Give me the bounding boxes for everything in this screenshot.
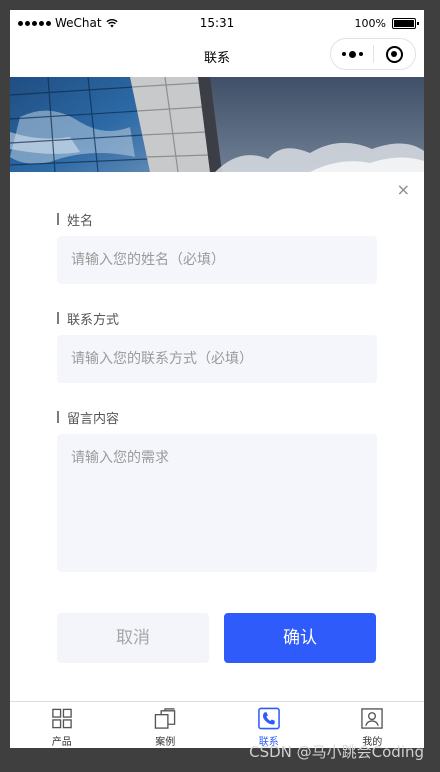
status-bar: WeChat 15:31 100% bbox=[10, 10, 424, 36]
name-label: 姓名 bbox=[67, 213, 94, 229]
contact-label-row: 联系方式 bbox=[57, 309, 377, 328]
contact-field-group: 联系方式 请输入您的联系方式（必填） bbox=[57, 309, 377, 383]
message-label: 留言内容 bbox=[67, 411, 120, 427]
grid-icon bbox=[51, 708, 72, 729]
label-marker bbox=[57, 411, 59, 423]
tab-cases[interactable]: 案例 bbox=[114, 702, 218, 748]
name-label-row: 姓名 bbox=[57, 210, 377, 229]
message-label-row: 留言内容 bbox=[57, 408, 377, 427]
battery-percent: 100% bbox=[354, 17, 386, 30]
name-field-group: 姓名 请输入您的姓名（必填） bbox=[57, 210, 377, 284]
confirm-button[interactable]: 确认 bbox=[224, 613, 376, 663]
contact-label: 联系方式 bbox=[67, 312, 120, 328]
message-textarea[interactable]: 请输入您的需求 bbox=[57, 434, 377, 572]
battery-icon bbox=[392, 18, 419, 29]
label-marker bbox=[57, 312, 59, 324]
tab-label: 案例 bbox=[155, 737, 176, 748]
tab-products[interactable]: 产品 bbox=[10, 702, 114, 748]
phone-screen: WeChat 15:31 100% 联系 × 姓名 请输入您的姓名（必填） 联系… bbox=[10, 10, 424, 748]
close-icon[interactable]: × bbox=[397, 182, 410, 198]
banner-image bbox=[10, 77, 424, 172]
label-marker bbox=[57, 213, 59, 225]
phone-icon bbox=[257, 707, 280, 730]
more-options-icon[interactable] bbox=[331, 39, 373, 69]
case-icon bbox=[154, 708, 176, 729]
exit-mini-program-icon[interactable] bbox=[374, 39, 415, 69]
contact-input[interactable]: 请输入您的联系方式（必填） bbox=[57, 335, 377, 383]
watermark: CSDN @马小跳会Coding bbox=[249, 743, 424, 761]
message-field-group: 留言内容 请输入您的需求 bbox=[57, 408, 377, 572]
building-sky-image bbox=[10, 77, 424, 172]
user-icon bbox=[361, 708, 383, 729]
navigation-bar: 联系 bbox=[10, 36, 424, 76]
tab-label: 产品 bbox=[51, 737, 72, 748]
status-right: 100% bbox=[354, 17, 419, 30]
name-input[interactable]: 请输入您的姓名（必填） bbox=[57, 236, 377, 284]
mini-program-capsule bbox=[330, 38, 416, 70]
cancel-button[interactable]: 取消 bbox=[57, 613, 209, 663]
